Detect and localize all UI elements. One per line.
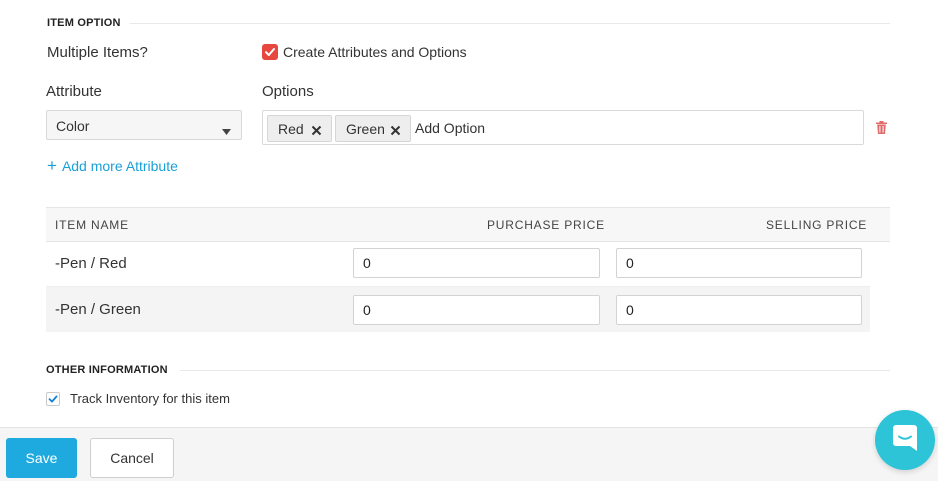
add-more-attribute-label: Add more Attribute bbox=[61, 158, 178, 174]
other-information-section-title: OTHER INFORMATION bbox=[46, 364, 168, 376]
close-icon[interactable] bbox=[311, 123, 322, 139]
track-inventory-checkbox[interactable]: Track Inventory for this item bbox=[46, 391, 230, 406]
option-tag-label: Green bbox=[346, 120, 385, 137]
plus-icon: + bbox=[47, 156, 57, 175]
purchase-price-input[interactable]: 0 bbox=[353, 248, 600, 278]
header-selling-price: SELLING PRICE bbox=[766, 218, 868, 232]
attribute-label: Attribute bbox=[46, 83, 102, 100]
multiple-items-label: Multiple Items? bbox=[47, 44, 148, 61]
checkbox-checked-icon bbox=[46, 391, 60, 406]
chat-support-button[interactable] bbox=[875, 410, 935, 470]
chevron-down-icon bbox=[222, 122, 231, 138]
create-attributes-label: Create Attributes and Options bbox=[283, 44, 467, 60]
cancel-button[interactable]: Cancel bbox=[90, 438, 174, 478]
option-tag-label: Red bbox=[278, 120, 304, 137]
selling-price-input[interactable]: 0 bbox=[616, 248, 862, 278]
item-option-section-title: ITEM OPTION bbox=[47, 17, 121, 29]
close-icon[interactable] bbox=[390, 123, 401, 139]
add-more-attribute-link[interactable]: + Add more Attribute bbox=[47, 156, 178, 176]
track-inventory-label: Track Inventory for this item bbox=[70, 391, 230, 406]
option-tag-green[interactable]: Green bbox=[335, 115, 411, 142]
section-divider bbox=[130, 23, 890, 24]
section-divider bbox=[180, 370, 890, 371]
variants-table: ITEM NAME PURCHASE PRICE SELLING PRICE -… bbox=[46, 207, 890, 332]
save-button[interactable]: Save bbox=[6, 438, 77, 478]
header-item-name: ITEM NAME bbox=[55, 218, 129, 232]
table-row: -Pen / Red 0 0 bbox=[46, 242, 870, 287]
create-attributes-checkbox[interactable]: Create Attributes and Options bbox=[262, 44, 467, 60]
trash-icon[interactable] bbox=[876, 121, 887, 139]
selling-price-input[interactable]: 0 bbox=[616, 295, 862, 325]
attribute-select-value: Color bbox=[56, 118, 90, 134]
item-name-cell: -Pen / Green bbox=[55, 301, 141, 318]
purchase-price-input[interactable]: 0 bbox=[353, 295, 600, 325]
header-purchase-price: PURCHASE PRICE bbox=[487, 218, 605, 232]
checkbox-checked-icon bbox=[262, 44, 278, 60]
chat-icon bbox=[891, 423, 919, 458]
add-option-placeholder[interactable]: Add Option bbox=[415, 120, 485, 136]
options-label: Options bbox=[262, 83, 314, 100]
item-name-cell: -Pen / Red bbox=[55, 255, 127, 272]
option-tag-red[interactable]: Red bbox=[267, 115, 332, 142]
table-row: -Pen / Green 0 0 bbox=[46, 287, 870, 332]
options-tag-input[interactable]: Red Green Add Option bbox=[262, 110, 864, 145]
attribute-select[interactable]: Color bbox=[46, 110, 242, 140]
table-header: ITEM NAME PURCHASE PRICE SELLING PRICE bbox=[46, 207, 890, 242]
